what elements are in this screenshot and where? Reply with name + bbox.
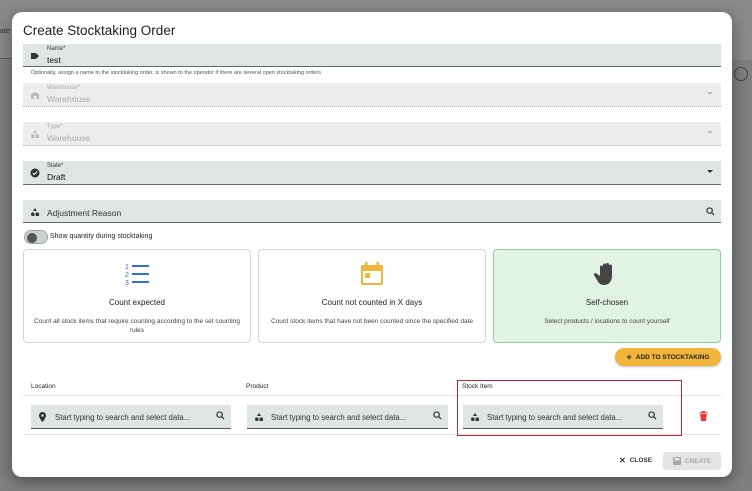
name-field-value[interactable]: test xyxy=(47,55,61,65)
name-field-label: Name* xyxy=(47,46,66,52)
check-circle-icon xyxy=(30,168,40,178)
chevron-down-icon[interactable] xyxy=(707,170,713,173)
type-field-label: Type* xyxy=(47,124,63,130)
hand-icon xyxy=(594,263,612,285)
warehouse-field-label: Warehouse* xyxy=(47,85,80,91)
close-icon: ✕ xyxy=(619,456,626,465)
adjustment-reason-field[interactable]: Adjustment Reason xyxy=(23,200,721,223)
name-helper-text: Optionally, assign a name to the stockta… xyxy=(31,70,322,76)
toggle-track[interactable] xyxy=(24,230,48,244)
search-icon[interactable] xyxy=(433,411,442,420)
create-button[interactable]: CREATE xyxy=(663,452,721,470)
card-description: Count stock items that have not been cou… xyxy=(271,318,473,325)
shapes-icon xyxy=(255,413,263,421)
warehouse-icon xyxy=(31,92,39,99)
background-divider xyxy=(0,58,12,59)
tag-icon xyxy=(31,53,39,59)
toggle-label: Show quantity during stocktaking xyxy=(50,233,153,240)
search-icon[interactable] xyxy=(706,207,715,216)
svg-text:2: 2 xyxy=(125,272,129,279)
plus-icon: + xyxy=(626,351,632,362)
dialog-title: Create Stocktaking Order xyxy=(23,23,176,38)
column-header-location: Location xyxy=(31,383,56,390)
numbered-list-icon: 1 2 3 xyxy=(125,264,149,287)
state-field-value: Draft xyxy=(47,172,66,182)
card-title: Count not counted in X days xyxy=(321,298,423,307)
svg-text:3: 3 xyxy=(125,280,129,287)
card-self-chosen[interactable]: Self-chosen Select products / locations … xyxy=(493,249,721,343)
location-pin-icon xyxy=(39,412,46,422)
card-title: Self-chosen xyxy=(585,298,629,307)
close-button[interactable]: ✕ CLOSE xyxy=(619,456,652,465)
stock-item-highlight-box xyxy=(457,380,682,436)
product-search-input[interactable]: Start typing to search and select data..… xyxy=(247,405,448,429)
card-count-expected[interactable]: 1 2 3 Count expected Count all stock ite… xyxy=(23,249,251,343)
close-button-label: CLOSE xyxy=(629,457,653,464)
toggle-thumb[interactable] xyxy=(27,233,37,243)
adjustment-reason-placeholder: Adjustment Reason xyxy=(47,208,122,218)
shapes-icon xyxy=(31,130,39,138)
shapes-icon xyxy=(31,208,39,216)
card-title: Count expected xyxy=(108,298,166,307)
state-field-label: State* xyxy=(47,163,64,169)
background-dropdown-icon xyxy=(734,67,748,81)
svg-text:1: 1 xyxy=(125,264,129,271)
card-count-not-counted[interactable]: Count not counted in X days Count stock … xyxy=(258,249,486,343)
create-stocktaking-dialog: Create Stocktaking Order Name* test Opti… xyxy=(12,12,732,477)
card-description: Select products / locations to count you… xyxy=(544,318,670,325)
card-description: Count all stock items that require count… xyxy=(34,318,240,334)
chevron-down-icon xyxy=(707,92,713,95)
create-button-label: CREATE xyxy=(684,457,712,465)
chevron-down-icon xyxy=(707,131,713,134)
column-header-product: Product xyxy=(246,383,269,390)
type-field: Type* Warehouse xyxy=(23,122,721,146)
search-icon[interactable] xyxy=(216,411,225,420)
location-search-input[interactable]: Start typing to search and select data..… xyxy=(31,405,231,429)
warehouse-field-value: Warehouse xyxy=(47,94,91,104)
save-icon xyxy=(672,457,681,465)
state-field[interactable]: State* Draft xyxy=(23,161,721,185)
add-to-stocktaking-button[interactable]: + ADD TO STOCKTAKING xyxy=(615,348,721,366)
calendar-icon xyxy=(361,262,383,285)
type-field-value: Warehouse xyxy=(47,133,91,143)
name-field[interactable]: Name* test xyxy=(23,44,721,67)
warehouse-field: Warehouse* Warehouse xyxy=(23,83,721,107)
add-button-label: ADD TO STOCKTAKING xyxy=(635,353,710,361)
location-search-placeholder: Start typing to search and select data..… xyxy=(55,413,191,422)
background-text: ate xyxy=(0,28,10,35)
delete-icon[interactable] xyxy=(699,411,708,421)
product-search-placeholder: Start typing to search and select data..… xyxy=(271,413,407,422)
